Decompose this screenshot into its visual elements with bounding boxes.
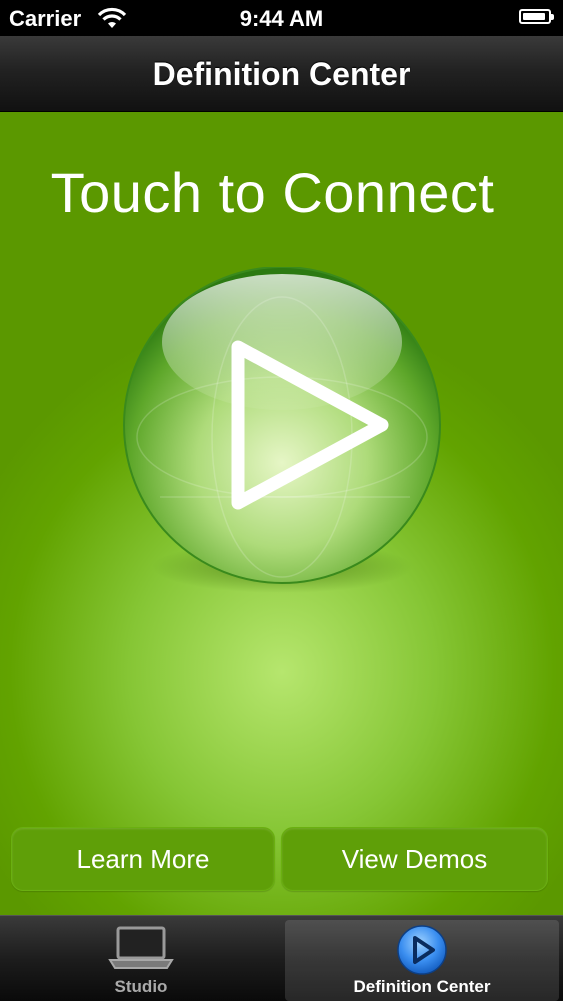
touch-to-connect-heading: Touch to Connect xyxy=(50,161,495,224)
clock: 9:44 AM xyxy=(239,6,324,31)
tab-definition-center[interactable]: Definition Center xyxy=(285,920,559,1001)
battery-icon xyxy=(519,9,554,24)
main-content: Touch to Connect Learn More View Demos xyxy=(0,112,563,915)
tab-definition-center-label: Definition Center xyxy=(353,977,491,996)
tab-studio[interactable]: Studio xyxy=(0,920,282,1001)
tab-bar: Studio Definition Center xyxy=(0,915,563,1001)
navigation-bar: Definition Center xyxy=(0,36,563,112)
laptop-icon xyxy=(107,924,175,977)
connect-play-button[interactable] xyxy=(120,267,450,597)
play-orb-icon xyxy=(123,267,441,593)
play-circle-icon xyxy=(396,924,448,981)
status-bar: Carrier 9:44 AM xyxy=(0,0,563,36)
page-title: Definition Center xyxy=(152,56,411,92)
view-demos-button[interactable]: View Demos xyxy=(281,827,548,891)
tab-studio-label: Studio xyxy=(114,977,168,996)
learn-more-button[interactable]: Learn More xyxy=(11,827,275,891)
